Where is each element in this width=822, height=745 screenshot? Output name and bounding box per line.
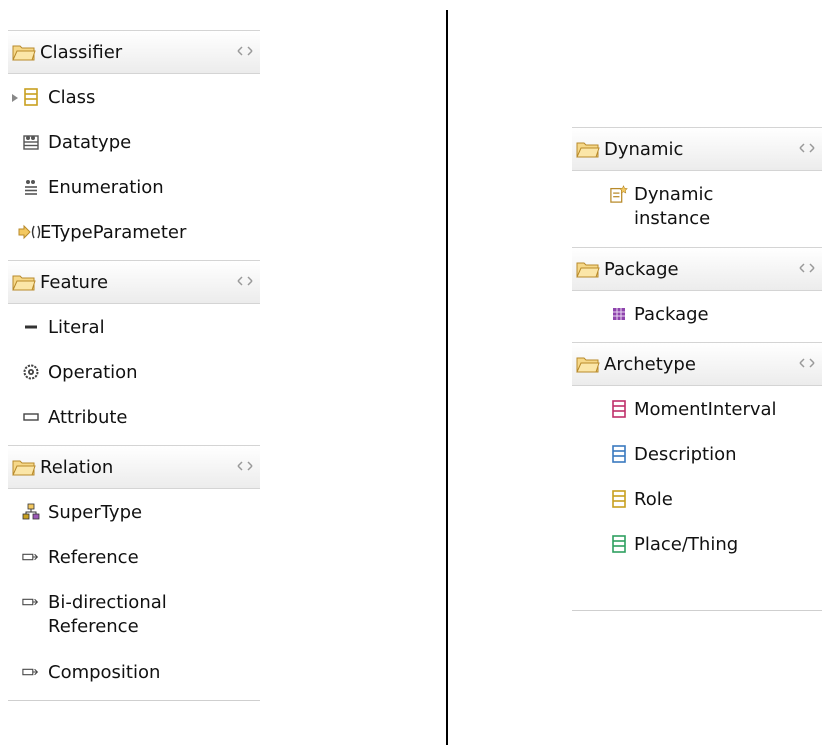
tool-class[interactable]: Class (8, 76, 260, 121)
drawer-header-package[interactable]: Package (572, 247, 822, 291)
folder-icon (576, 355, 600, 373)
drawer-header-feature[interactable]: Feature (8, 260, 260, 304)
supertype-icon (22, 502, 40, 522)
folder-icon (576, 140, 600, 158)
tool-supertype[interactable]: SuperType (8, 491, 260, 536)
tool-label: Bi-directional Reference (48, 592, 167, 637)
tool-label: Datatype (48, 132, 132, 153)
drawer-classifier: Classifier Class Datatype Enumeration ET… (8, 30, 260, 260)
drawer-header-archetype[interactable]: Archetype (572, 342, 822, 386)
tool-label: Reference (48, 547, 139, 568)
palette-bottom-border (572, 610, 822, 611)
drawer-relation: Relation SuperType Reference Bi-directio… (8, 445, 260, 700)
class-icon (610, 444, 628, 464)
tool-package[interactable]: Package (572, 293, 822, 338)
pin-icon[interactable] (236, 459, 254, 473)
drawer-title: Classifier (40, 41, 123, 63)
type-parameter-icon (18, 222, 42, 242)
panel-divider (446, 10, 448, 745)
drawer-dynamic: Dynamic Dynamic instance (572, 127, 822, 247)
pin-icon[interactable] (236, 44, 254, 58)
pin-icon[interactable] (798, 356, 816, 370)
tool-bidirectional-reference[interactable]: Bi-directional Reference (8, 581, 260, 651)
tool-label: Package (634, 304, 709, 325)
tool-place-thing[interactable]: Place/Thing (572, 523, 822, 568)
class-icon (610, 489, 628, 509)
tool-moment-interval[interactable]: MomentInterval (572, 388, 822, 433)
tool-enumeration[interactable]: Enumeration (8, 166, 260, 211)
pin-icon[interactable] (798, 261, 816, 275)
expand-arrow-icon[interactable] (12, 94, 18, 102)
drawer-title: Package (604, 258, 679, 280)
tool-label: Operation (48, 362, 138, 383)
literal-icon (22, 317, 40, 337)
class-icon (22, 87, 40, 107)
drawer-header-classifier[interactable]: Classifier (8, 30, 260, 74)
tool-label: Place/Thing (634, 534, 739, 555)
tool-label: Description (634, 444, 737, 465)
tool-label: Enumeration (48, 177, 164, 198)
class-icon (610, 399, 628, 419)
dynamic-instance-icon (610, 184, 628, 204)
bidirectional-reference-icon (22, 592, 40, 612)
pin-icon[interactable] (798, 141, 816, 155)
tool-etypeparameter[interactable]: ETypeParameter (8, 211, 260, 256)
operation-icon (22, 362, 40, 382)
palette-right: Dynamic Dynamic instance Package Package… (572, 127, 822, 611)
tool-label: Composition (48, 662, 161, 683)
tool-role[interactable]: Role (572, 478, 822, 523)
drawer-archetype: Archetype MomentInterval Description Rol… (572, 342, 822, 610)
tool-label: Role (634, 489, 673, 510)
datatype-icon (22, 132, 40, 152)
folder-icon (12, 458, 36, 476)
palette-bottom-border (8, 700, 260, 701)
drawer-feature: Feature Literal Operation Attribute (8, 260, 260, 445)
tool-label: Attribute (48, 407, 128, 428)
package-icon (610, 304, 628, 324)
drawer-header-relation[interactable]: Relation (8, 445, 260, 489)
pin-icon[interactable] (236, 274, 254, 288)
tool-label: Class (48, 87, 96, 108)
palette-left: Classifier Class Datatype Enumeration ET… (8, 30, 260, 701)
tool-label: SuperType (48, 502, 143, 523)
tool-dynamic-instance[interactable]: Dynamic instance (572, 173, 822, 243)
drawer-title: Relation (40, 456, 114, 478)
tool-attribute[interactable]: Attribute (8, 396, 260, 441)
tool-label: MomentInterval (634, 399, 777, 420)
folder-icon (12, 273, 36, 291)
drawer-title: Dynamic (604, 138, 684, 160)
attribute-icon (22, 407, 40, 427)
tool-composition[interactable]: Composition (8, 651, 260, 696)
drawer-header-dynamic[interactable]: Dynamic (572, 127, 822, 171)
folder-icon (576, 260, 600, 278)
tool-description[interactable]: Description (572, 433, 822, 478)
class-icon (610, 534, 628, 554)
tool-datatype[interactable]: Datatype (8, 121, 260, 166)
tool-operation[interactable]: Operation (8, 351, 260, 396)
tool-literal[interactable]: Literal (8, 306, 260, 351)
drawer-package: Package Package (572, 247, 822, 342)
tool-reference[interactable]: Reference (8, 536, 260, 581)
tool-label: Dynamic instance (634, 184, 714, 229)
enumeration-icon (22, 177, 40, 197)
tool-label: ETypeParameter (40, 222, 187, 243)
folder-icon (12, 43, 36, 61)
reference-icon (22, 547, 40, 567)
drawer-title: Feature (40, 271, 109, 293)
composition-icon (22, 662, 40, 682)
drawer-title: Archetype (604, 353, 696, 375)
tool-label: Literal (48, 317, 105, 338)
